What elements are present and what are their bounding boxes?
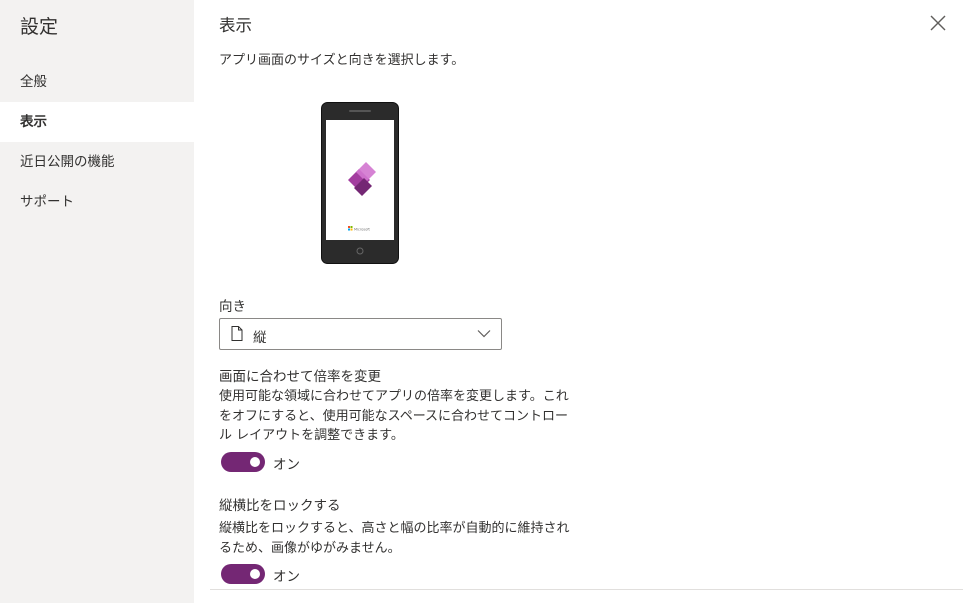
orientation-value: 縦 <box>253 330 267 346</box>
sidebar-item-support[interactable]: サポート <box>0 182 194 222</box>
scale-to-fit-description: 使用可能な領域に合わせてアプリの倍率を変更します。これ をオフにすると、使用可能… <box>219 387 609 446</box>
toggle-knob <box>250 569 260 579</box>
scale-to-fit-description-line: をオフにすると、使用可能なスペースに合わせてコントロー <box>219 408 569 424</box>
document-icon <box>231 326 243 341</box>
display-settings-panel: 表示 アプリ画面のサイズと向きを選択します。 Microsoft 向き 縦 画面… <box>194 0 963 603</box>
lock-aspect-ratio-title: 縦横比をロックする <box>219 498 341 514</box>
scale-to-fit-description-line: ル レイアウトを調整できます。 <box>219 428 404 443</box>
sidebar-title: 設定 <box>20 16 59 38</box>
lock-aspect-ratio-toggle[interactable] <box>221 564 265 584</box>
close-button[interactable] <box>927 12 949 34</box>
lock-aspect-ratio-description-line: 縦横比をロックすると、高さと幅の比率が自動的に維持され <box>219 521 570 536</box>
sidebar-item-upcoming-features[interactable]: 近日公開の機能 <box>0 142 194 182</box>
divider <box>210 589 963 590</box>
scale-to-fit-description-line: 使用可能な領域に合わせてアプリの倍率を変更します。これ <box>219 389 569 404</box>
close-icon <box>930 15 946 31</box>
phone-preview: Microsoft <box>321 102 399 268</box>
scale-to-fit-toggle[interactable] <box>221 452 265 472</box>
microsoft-brand-text: Microsoft <box>354 228 371 232</box>
lock-aspect-ratio-description-line: るため、画像がゆがみません。 <box>219 540 401 556</box>
lock-aspect-ratio-state-label: オン <box>273 569 300 585</box>
page-title: 表示 <box>219 16 252 35</box>
lock-aspect-ratio-description: 縦横比をロックすると、高さと幅の比率が自動的に維持され るため、画像がゆがみませ… <box>219 519 609 558</box>
orientation-dropdown[interactable]: 縦 <box>219 318 502 350</box>
scale-to-fit-title: 画面に合わせて倍率を変更 <box>219 369 381 385</box>
chevron-down-icon <box>477 330 491 338</box>
toggle-knob <box>250 457 260 467</box>
scale-to-fit-state-label: オン <box>273 457 300 473</box>
sidebar-item-display[interactable]: 表示 <box>0 102 194 142</box>
settings-sidebar: 設定 全般 表示 近日公開の機能 サポート <box>0 0 194 603</box>
display-description: アプリ画面のサイズと向きを選択します。 <box>219 53 465 68</box>
sidebar-item-general[interactable]: 全般 <box>0 62 194 102</box>
orientation-label: 向き <box>219 299 246 315</box>
